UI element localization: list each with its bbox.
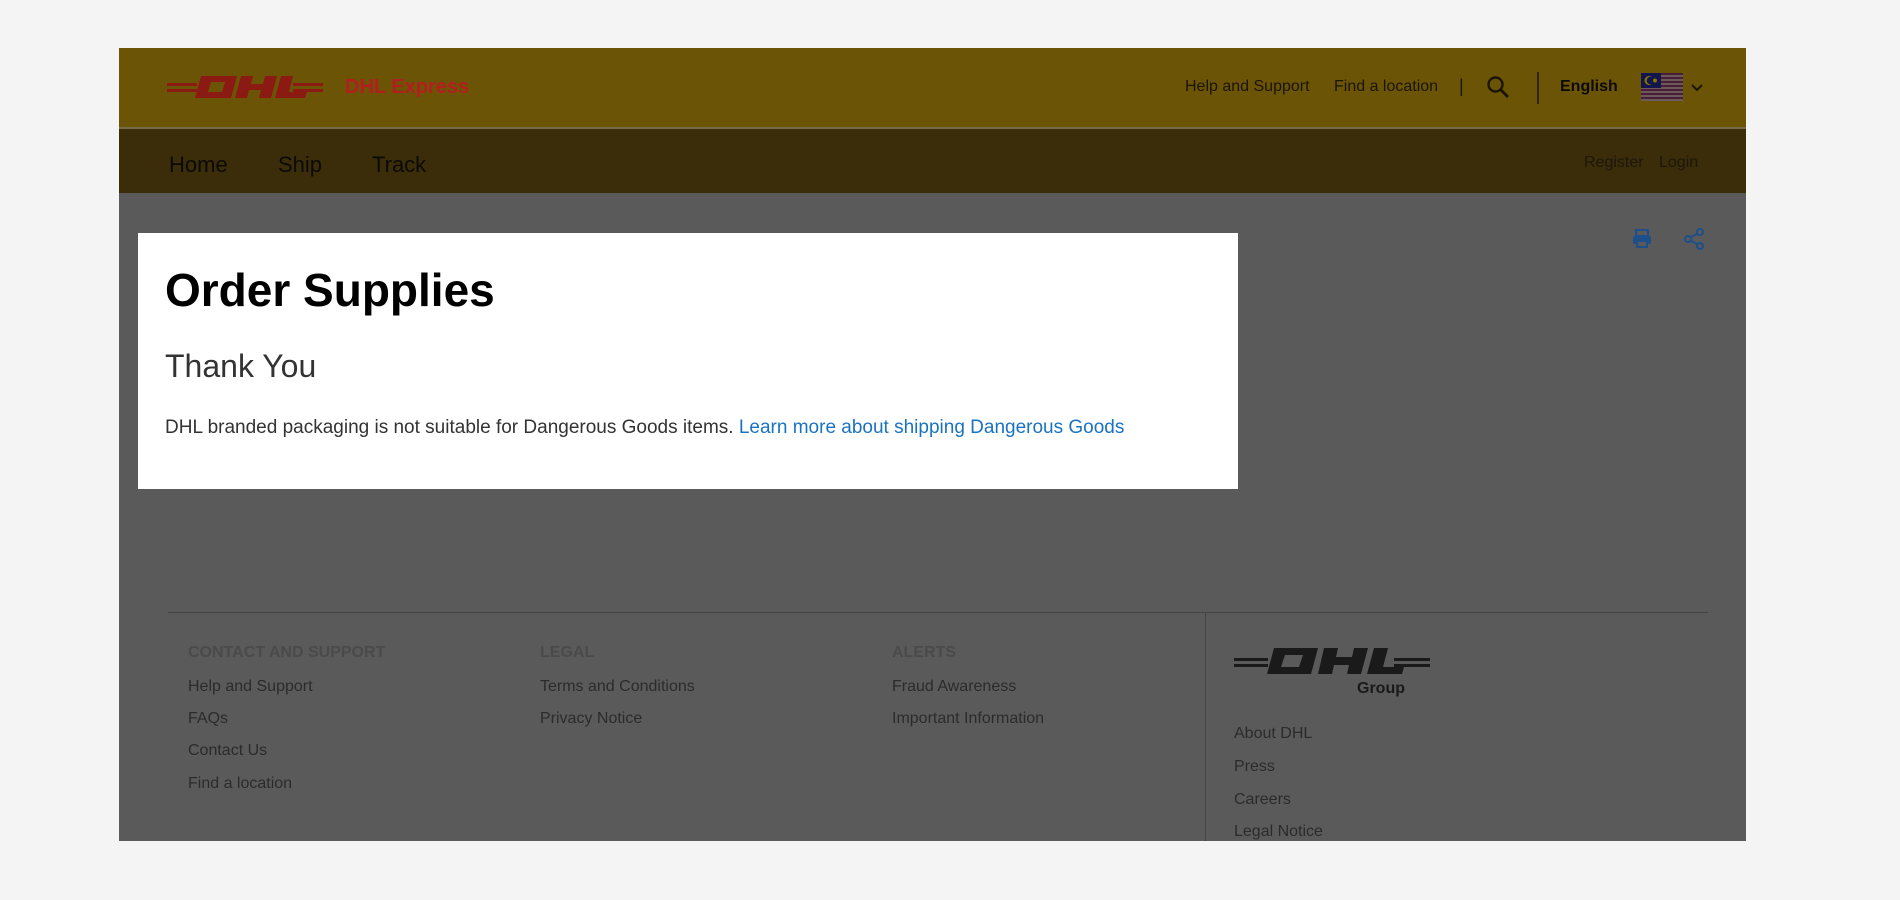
malaysia-flag-icon[interactable] bbox=[1641, 73, 1683, 101]
notice-text: DHL branded packaging is not suitable fo… bbox=[165, 417, 734, 438]
footer-divider bbox=[168, 612, 1708, 613]
footer-heading-contact: CONTACT AND SUPPORT bbox=[188, 644, 386, 661]
order-confirmation-card: Order Supplies Thank You DHL branded pac… bbox=[138, 233, 1238, 489]
main-nav: Home Ship Track Register Login bbox=[119, 129, 1746, 193]
footer-heading-alerts: ALERTS bbox=[892, 644, 956, 661]
chevron-down-icon[interactable] bbox=[1690, 83, 1704, 93]
language-selector[interactable]: English bbox=[1560, 78, 1618, 96]
dhl-logo[interactable] bbox=[167, 74, 323, 100]
divider bbox=[1537, 72, 1539, 104]
login-link[interactable]: Login bbox=[1659, 154, 1698, 172]
footer-link-important-info[interactable]: Important Information bbox=[892, 710, 1044, 728]
footer-link-faqs[interactable]: FAQs bbox=[188, 710, 228, 728]
separator: | bbox=[1459, 76, 1464, 96]
share-icon[interactable] bbox=[1683, 228, 1705, 250]
print-icon[interactable] bbox=[1631, 228, 1653, 250]
page-title: Order Supplies bbox=[165, 264, 495, 316]
nav-track[interactable]: Track bbox=[372, 152, 426, 178]
footer-link-about-dhl[interactable]: About DHL bbox=[1234, 725, 1312, 743]
dangerous-goods-link[interactable]: Learn more about shipping Dangerous Good… bbox=[739, 417, 1125, 438]
thank-you-heading: Thank You bbox=[165, 348, 317, 384]
group-label: Group bbox=[1357, 680, 1405, 697]
footer-link-terms[interactable]: Terms and Conditions bbox=[540, 678, 695, 696]
nav-home[interactable]: Home bbox=[169, 152, 228, 178]
brand-text: DHL Express bbox=[345, 76, 470, 98]
footer-heading-legal: LEGAL bbox=[540, 644, 595, 661]
help-support-link[interactable]: Help and Support bbox=[1185, 78, 1310, 96]
footer-column-divider bbox=[1205, 612, 1206, 841]
footer-link-legal-notice[interactable]: Legal Notice bbox=[1234, 823, 1323, 841]
footer-link-contact[interactable]: Contact Us bbox=[188, 742, 267, 760]
dhl-group-logo[interactable] bbox=[1234, 646, 1430, 676]
footer-link-help[interactable]: Help and Support bbox=[188, 678, 313, 696]
footer-link-fraud[interactable]: Fraud Awareness bbox=[892, 678, 1016, 696]
dhl-page: DHL Express Help and Support Find a loca… bbox=[119, 48, 1746, 841]
footer-link-careers[interactable]: Careers bbox=[1234, 791, 1291, 809]
footer-link-find-location[interactable]: Find a location bbox=[188, 775, 292, 793]
nav-ship[interactable]: Ship bbox=[278, 152, 322, 178]
footer-link-press[interactable]: Press bbox=[1234, 758, 1275, 776]
register-link[interactable]: Register bbox=[1584, 154, 1644, 172]
header-top-bar: DHL Express Help and Support Find a loca… bbox=[119, 48, 1746, 129]
find-location-link[interactable]: Find a location bbox=[1334, 78, 1438, 96]
footer-link-privacy[interactable]: Privacy Notice bbox=[540, 710, 642, 728]
dangerous-goods-notice: DHL branded packaging is not suitable fo… bbox=[165, 417, 1124, 439]
search-icon[interactable] bbox=[1486, 75, 1510, 99]
